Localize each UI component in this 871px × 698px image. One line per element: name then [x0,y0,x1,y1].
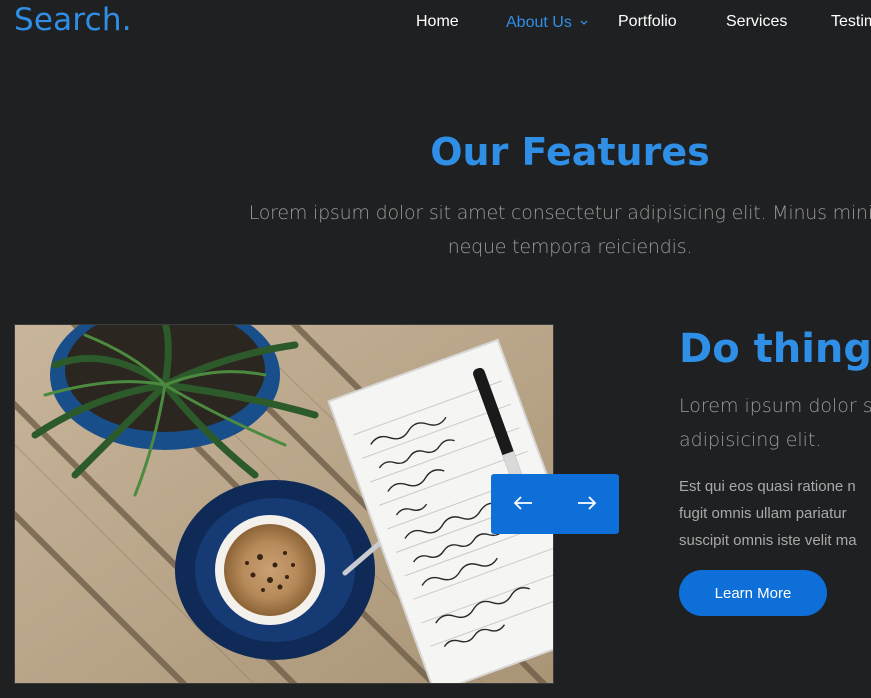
arrow-right-icon [577,495,597,514]
slider-controls [491,474,619,534]
arrow-left-icon [513,495,533,514]
feature-lead-line-2: adipisicing elit. [679,429,822,451]
section-subtitle: Lorem ipsum dolor sit amet consectetur a… [0,196,871,264]
section-subtitle-line-2: neque tempora reiciendis. [447,236,693,258]
feature-image [14,324,554,684]
nav-item-about-us[interactable]: About Us [506,13,588,32]
nav-item-services[interactable]: Services [726,13,787,31]
slider-prev-button[interactable] [491,474,555,534]
section-title: Our Features [430,130,710,174]
nav-item-testimonials[interactable]: Testim [831,13,871,31]
chevron-down-icon [580,13,588,31]
nav-item-home[interactable]: Home [416,13,459,31]
feature-body: Est qui eos quasi ratione n fugit omnis … [679,473,871,554]
page: Search. Home About Us Portfolio Services… [0,0,871,698]
feature-body-line-1: Est qui eos quasi ratione n [679,478,856,495]
feature-heading: Do things [679,326,871,372]
main-nav: Home About Us Portfolio Services Testim [0,13,871,35]
feature-lead: Lorem ipsum dolor sit adipisicing elit. [679,389,871,457]
feature-body-line-3: suscipit omnis iste velit ma [679,532,857,549]
feature-lead-line-1: Lorem ipsum dolor sit [679,395,871,417]
nav-item-about-us-label: About Us [506,14,572,31]
feature-body-line-2: fugit omnis ullam pariatur [679,505,847,522]
section-subtitle-line-1: Lorem ipsum dolor sit amet consectetur a… [248,202,871,224]
slider-next-button[interactable] [555,474,619,534]
learn-more-button[interactable]: Learn More [679,570,827,616]
nav-item-portfolio[interactable]: Portfolio [618,13,677,31]
